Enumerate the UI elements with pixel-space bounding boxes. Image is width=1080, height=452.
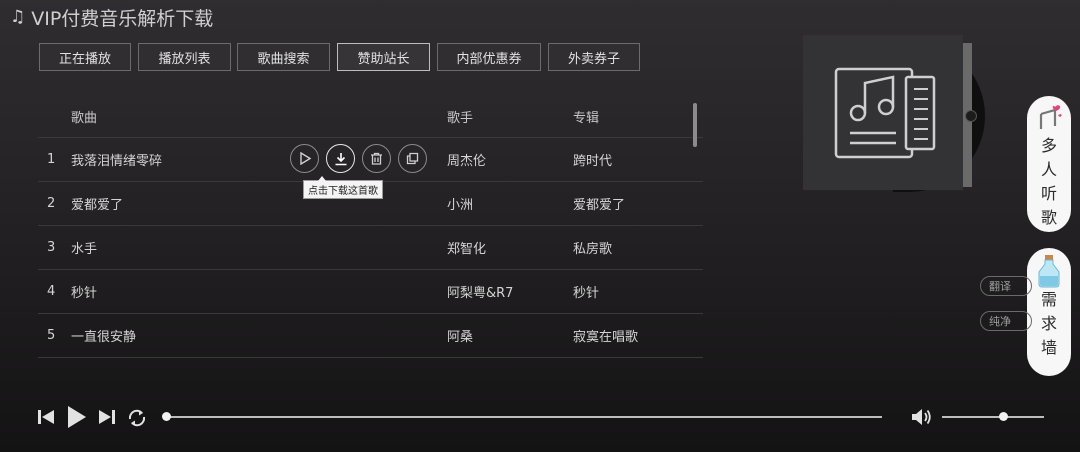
player-bar [0,398,1080,438]
play-icon[interactable] [290,144,319,173]
row-actions [290,144,427,173]
row-singer[interactable]: 阿桑 [447,326,573,345]
download-tooltip: 点击下载这首歌 [303,176,383,199]
header-singer: 歌手 [447,110,474,126]
tab-sponsor[interactable]: 赞助站长 [337,43,430,71]
wish-wall-label: 需 求 墙 [1040,290,1057,357]
row-singer[interactable]: 小洲 [447,194,573,213]
row-song[interactable]: 一直很安静 [71,326,447,345]
music-heart-icon [1039,105,1062,129]
row-song[interactable]: 爱都爱了 [71,194,447,213]
tab-now-playing[interactable]: 正在播放 [39,43,131,71]
volume-track[interactable] [942,416,1044,418]
progress-track[interactable] [166,416,882,418]
progress-thumb[interactable] [162,412,171,421]
row-album[interactable]: 寂寞在唱歌 [573,326,703,345]
play-button[interactable] [66,403,88,431]
pure-toggle[interactable]: 纯净 [980,311,1032,331]
tab-playlist[interactable]: 播放列表 [138,43,231,71]
row-number: 1 [47,152,56,167]
list-header: 歌曲 歌手 专辑 [38,95,703,138]
album-cover [803,35,963,190]
song-list: 歌曲 歌手 专辑 1 我落泪情绪零碎 周杰伦 跨时代 2 爱都爱了 小洲 爱都爱… [38,95,703,358]
row-album[interactable]: 爱都爱了 [573,194,703,213]
prev-icon[interactable] [36,406,56,428]
row-singer[interactable]: 郑智化 [447,238,573,257]
header-song: 歌曲 [71,110,98,126]
volume-thumb[interactable] [999,412,1009,421]
row-album[interactable]: 秒针 [573,282,703,301]
wish-bottle-icon [1038,255,1060,288]
row-song[interactable]: 秒针 [71,282,447,301]
row-number: 3 [47,240,56,255]
listen-together-label: 多 人 听 歌 [1040,136,1057,227]
translate-toggle[interactable]: 翻译 [980,276,1032,296]
table-row[interactable]: 1 我落泪情绪零碎 周杰伦 跨时代 [38,138,703,182]
app-title: ♫ VIP付费音乐解析下载 [10,4,213,30]
row-number: 4 [47,284,56,299]
table-row[interactable]: 5 一直很安静 阿桑 寂寞在唱歌 [38,314,703,358]
delete-icon[interactable] [362,144,391,173]
app-title-text: VIP付费音乐解析下载 [31,7,214,30]
list-scrollbar[interactable] [693,103,697,147]
row-album[interactable]: 跨时代 [573,150,703,169]
row-singer[interactable]: 周杰伦 [447,150,573,169]
music-note-icon: ♫ [10,7,26,27]
row-song[interactable]: 水手 [71,238,447,257]
row-album[interactable]: 私房歌 [573,238,703,257]
listen-together-button[interactable]: 多 人 听 歌 [1027,96,1071,232]
tab-coupons[interactable]: 内部优惠券 [437,43,541,71]
tab-song-search[interactable]: 歌曲搜索 [237,43,330,71]
wish-wall-button[interactable]: 需 求 墙 [1027,248,1071,376]
download-icon[interactable] [326,144,355,173]
row-number: 2 [47,196,56,211]
volume-icon[interactable] [910,406,934,428]
header-album: 专辑 [573,110,600,126]
music-document-icon [834,67,936,158]
tab-takeout-coupons[interactable]: 外卖券子 [548,43,640,71]
row-singer[interactable]: 阿梨粤&R7 [447,282,573,301]
loop-icon[interactable] [126,407,148,429]
table-row[interactable]: 3 水手 郑智化 私房歌 [38,226,703,270]
row-number: 5 [47,328,56,343]
next-icon[interactable] [97,406,117,428]
share-icon[interactable] [398,144,427,173]
table-row[interactable]: 4 秒针 阿梨粤&R7 秒针 [38,270,703,314]
